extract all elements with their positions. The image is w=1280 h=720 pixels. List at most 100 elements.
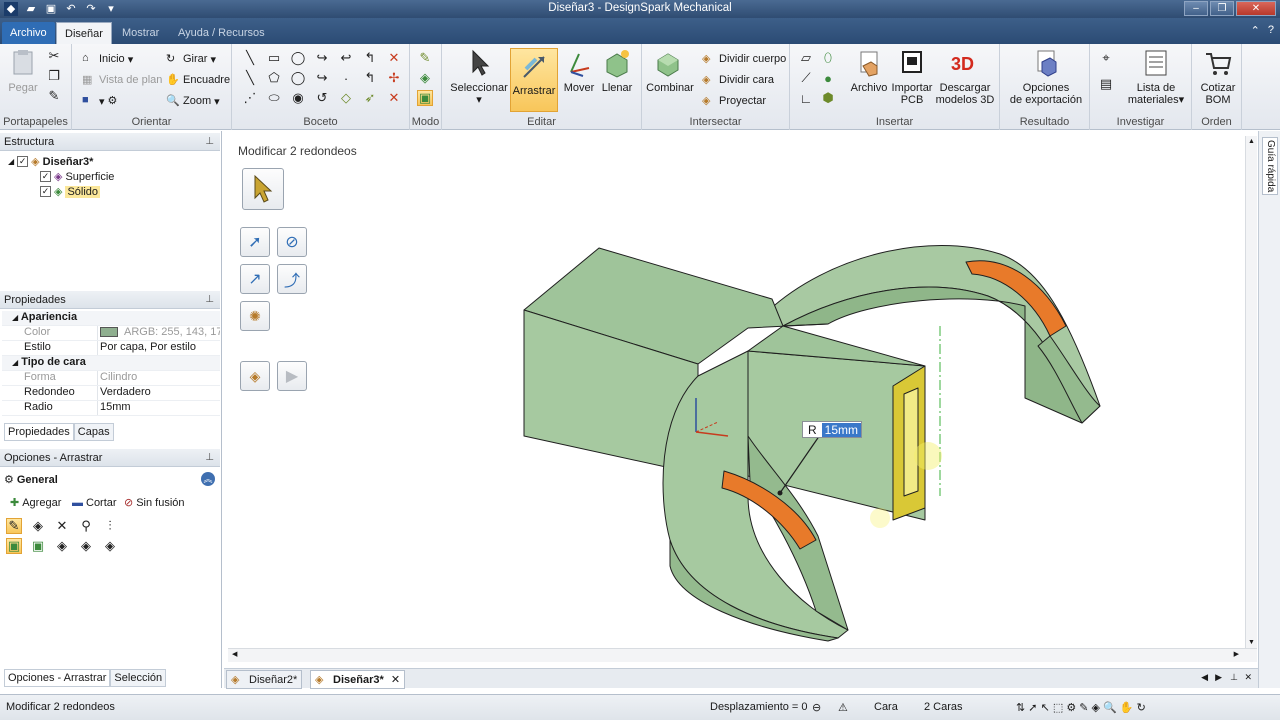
selection-filter[interactable]: Cara <box>874 701 898 713</box>
category-apariencia[interactable]: ◢ Apariencia <box>2 311 220 326</box>
prop-color[interactable]: Color ARGB: 255, 143, 175 <box>2 326 220 341</box>
pegar-button[interactable]: Pegar <box>6 48 40 94</box>
origin-icon[interactable]: ∟ <box>798 90 814 106</box>
view-options-icon[interactable]: ⚙ <box>1066 702 1076 714</box>
scroll-right-icon[interactable]: ▶ <box>1234 650 1239 658</box>
warning-icon[interactable]: ⚠ <box>838 701 848 714</box>
tab-opciones-arrastrar[interactable]: Opciones - Arrastrar <box>4 669 111 687</box>
material-status-icon[interactable]: ◈ <box>1092 702 1100 714</box>
shell-icon[interactable]: ⬢ <box>820 90 836 106</box>
sin-fusion-option[interactable]: ⊘ Sin fusión <box>124 495 185 510</box>
ribbon-minimize-icon[interactable]: ⌃ <box>1251 24 1260 37</box>
pointer-status-icon[interactable]: ↖ <box>1041 702 1050 714</box>
cut-icon[interactable]: ✂ <box>46 48 62 64</box>
tab-disenar[interactable]: Diseñar <box>56 22 112 44</box>
collapse-icon[interactable]: ◢ <box>8 157 14 166</box>
agregar-option[interactable]: ✚ Agregar <box>10 495 61 510</box>
scroll-down-icon[interactable]: ▼ <box>1248 639 1255 646</box>
rectangle-icon[interactable]: ▭ <box>266 50 282 66</box>
solid-plus-icon[interactable]: ▣ <box>30 538 46 554</box>
dividir-cara-button[interactable]: ◈ Dividir cara <box>702 71 774 89</box>
category-tipo-cara[interactable]: ◢ Tipo de cara <box>2 356 220 371</box>
radius-value-input[interactable]: 15mm <box>821 422 862 437</box>
doc-tab-disenar3[interactable]: ◈ Diseñar3* ✕ <box>310 670 406 689</box>
close-button[interactable]: ✕ <box>1236 1 1276 16</box>
combinar-button[interactable]: Combinar <box>646 48 694 94</box>
seleccionar-button[interactable]: Seleccionar ▾ <box>450 48 508 106</box>
pull-direction-icon[interactable]: ✎ <box>6 518 22 534</box>
draft-icon[interactable]: ⚲ <box>78 518 94 534</box>
minimize-button[interactable]: – <box>1184 1 1208 16</box>
arc-tangent-icon[interactable]: ↪ <box>314 50 330 66</box>
importar-pcb-button[interactable]: Importar PCB <box>890 48 934 106</box>
zoom-status-icon[interactable]: 🔍 <box>1103 702 1117 714</box>
vista-plan-button[interactable]: ▦ Vista de plan <box>82 71 162 89</box>
maximize-button[interactable]: ❐ <box>1210 1 1234 16</box>
revolve-icon[interactable]: ◈ <box>30 518 46 534</box>
move-status-icon[interactable]: ⇅ <box>1016 702 1025 714</box>
insertar-archivo-button[interactable]: Archivo <box>848 48 890 94</box>
descargar-modelos-button[interactable]: 3D Descargar modelos 3D <box>934 48 996 106</box>
vertical-scrollbar[interactable]: ▲ ▼ <box>1245 136 1257 648</box>
opciones-exportacion-button[interactable]: Opciones de exportación <box>1004 48 1088 106</box>
cotizar-bom-button[interactable]: Cotizar BOM <box>1196 48 1240 106</box>
close-tab-icon[interactable]: ✕ <box>391 674 400 686</box>
tab-capas[interactable]: Capas <box>73 423 114 441</box>
solido-checkbox[interactable]: ✓ <box>40 186 51 197</box>
trim-icon[interactable]: ↰ <box>362 50 378 66</box>
proyectar-button[interactable]: ◈ Proyectar <box>702 92 766 110</box>
ellipse-icon[interactable]: ⬭ <box>266 90 282 106</box>
tangent-line-icon[interactable]: ╲ <box>242 70 258 86</box>
prop-redondeo[interactable]: Redondeo Verdadero <box>2 386 220 401</box>
arrastrar-button[interactable]: Arrastrar <box>510 48 558 112</box>
tree-item-solido[interactable]: ✓ ◈ Sólido <box>40 184 101 199</box>
pin-icon[interactable]: ⊥ <box>205 449 214 467</box>
tab-nav-right-icon[interactable]: ▶ <box>1215 672 1222 683</box>
encuadre-button[interactable]: ✋ Encuadre <box>166 71 230 89</box>
tab-archivo[interactable]: Archivo <box>2 22 55 44</box>
mover-button[interactable]: Mover <box>560 48 598 94</box>
tab-propiedades[interactable]: Propiedades <box>4 423 74 441</box>
horizontal-scrollbar[interactable]: ◀ ▶ <box>228 648 1257 662</box>
tab-close-all-icon[interactable]: ✕ <box>1244 672 1252 683</box>
dividir-cuerpo-button[interactable]: ◈ Dividir cuerpo <box>702 50 786 68</box>
zoom-button[interactable]: 🔍 Zoom ▾ <box>166 92 220 110</box>
axis-icon[interactable]: ⟋ <box>798 70 814 86</box>
rotated-cube-icon[interactable]: ◈ <box>102 538 118 554</box>
3d-mode-icon[interactable]: ▣ <box>417 90 433 106</box>
tab-ayuda[interactable]: Ayuda / Recursos <box>170 22 273 44</box>
scroll-left-icon[interactable]: ◀ <box>232 650 237 658</box>
plane-icon[interactable]: ▱ <box>798 50 814 66</box>
sketch-status-icon[interactable]: ✎ <box>1079 702 1088 714</box>
prop-forma[interactable]: Forma Cilindro <box>2 371 220 386</box>
tab-seleccion[interactable]: Selección <box>110 669 167 687</box>
polygon-icon[interactable]: ⬠ <box>266 70 282 86</box>
cortar-option[interactable]: ▬ Cortar <box>72 495 117 510</box>
move-sketch-icon[interactable]: ✢ <box>386 70 402 86</box>
bend-icon[interactable]: ➶ <box>362 90 378 106</box>
circle-icon[interactable]: ◯ <box>290 50 306 66</box>
cross-icon[interactable]: ✕ <box>386 50 402 66</box>
3d-model-view[interactable] <box>228 136 1245 648</box>
cylinder-icon[interactable]: ⬯ <box>820 50 836 66</box>
section-mode-icon[interactable]: ◈ <box>417 70 433 86</box>
box-select-icon[interactable]: ⬚ <box>1053 702 1063 714</box>
opciones-general[interactable]: ⚙ General <box>4 472 58 487</box>
pan-status-icon[interactable]: ✋ <box>1120 702 1134 714</box>
collapse-section-icon[interactable]: ︽ <box>201 472 215 486</box>
view-cube-button[interactable]: ■ ▾ ⚙ <box>82 92 122 110</box>
offset-face-icon[interactable]: ◈ <box>54 538 70 554</box>
sweep-icon[interactable]: ✕ <box>54 518 70 534</box>
tab-mostrar[interactable]: Mostrar <box>114 22 167 44</box>
orient-status-icon[interactable]: ↻ <box>1137 702 1146 714</box>
format-painter-icon[interactable]: ✎ <box>46 88 62 104</box>
arc-3pt-icon[interactable]: ↪ <box>314 70 330 86</box>
copy-icon[interactable]: ❐ <box>46 68 62 84</box>
doc-tab-disenar2[interactable]: ◈ Diseñar2* <box>226 670 303 689</box>
solid-option-icon[interactable]: ▣ <box>6 538 22 554</box>
tree-root[interactable]: ◢ ✓ ◈ Diseñar3* <box>8 154 93 169</box>
fillet-sketch-icon[interactable]: ↩ <box>338 50 354 66</box>
llenar-button[interactable]: Llenar <box>598 48 636 94</box>
sweep-arc-icon[interactable]: ↺ <box>314 90 330 106</box>
blend-icon[interactable]: ⫶ <box>102 518 118 534</box>
